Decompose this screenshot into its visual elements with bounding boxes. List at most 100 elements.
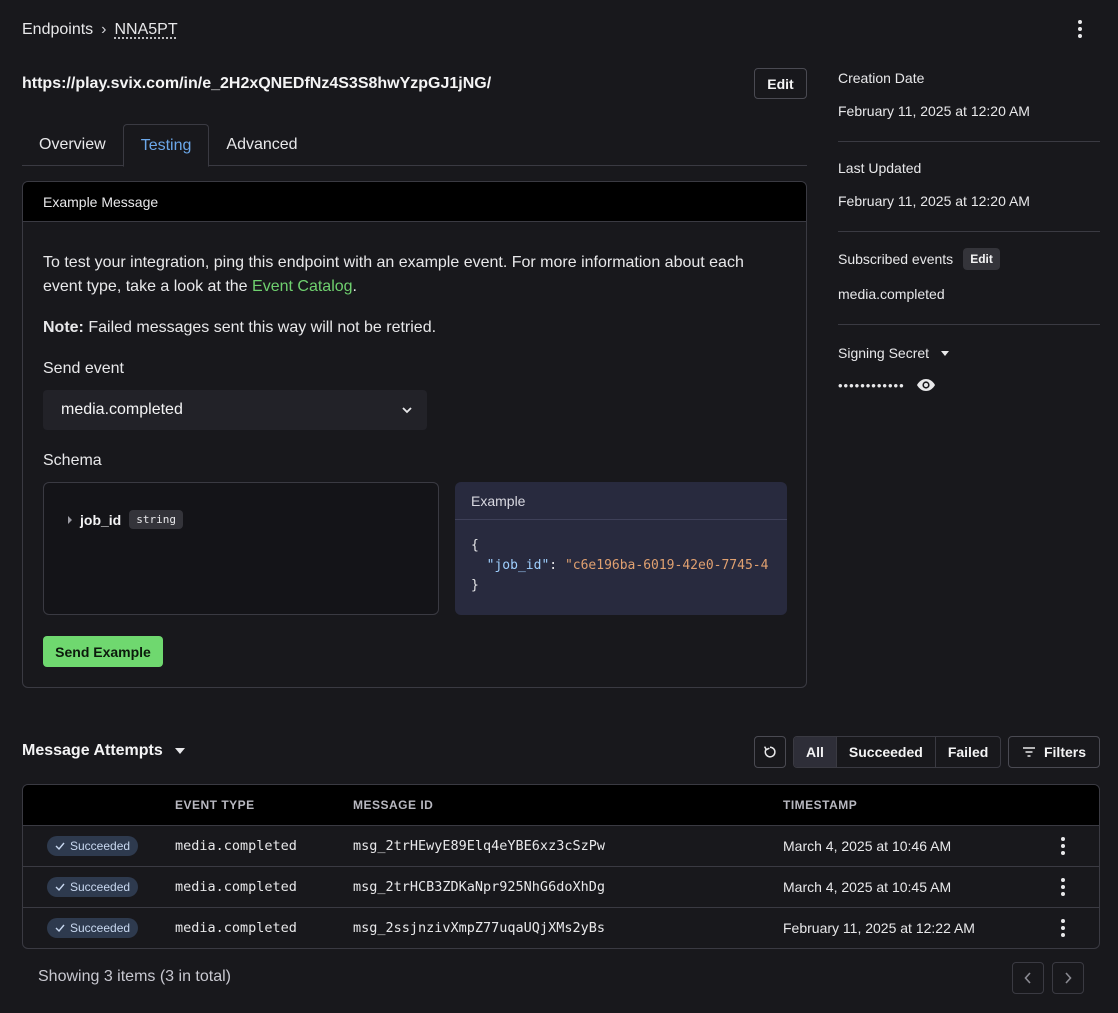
creation-date-label: Creation Date (838, 70, 925, 86)
message-attempts-table: EVENT TYPE MESSAGE ID TIMESTAMP Succeede… (22, 784, 1100, 949)
previous-page-button[interactable] (1012, 962, 1044, 994)
last-updated-value: February 11, 2025 at 12:20 AM (838, 193, 1030, 209)
column-header-message-id: MESSAGE ID (353, 798, 434, 812)
status-badge-text: Succeeded (70, 921, 131, 935)
schema-type-badge: string (129, 510, 183, 529)
signing-secret-label: Signing Secret (838, 345, 930, 361)
breadcrumb-endpoints-link[interactable]: Endpoints (22, 21, 93, 39)
tab-overview[interactable]: Overview (22, 124, 123, 166)
tab-bar: Overview Testing Advanced (22, 124, 807, 167)
intro-text-body: To test your integration, ping this endp… (43, 254, 744, 295)
send-event-label: Send event (43, 360, 124, 377)
table-row[interactable]: Succeeded media.completed msg_2ssjnzivXm… (23, 908, 1099, 948)
timestamp-cell: March 4, 2025 at 10:45 AM (783, 879, 952, 895)
status-badge-text: Succeeded (70, 880, 131, 894)
row-more-options-icon[interactable] (1053, 836, 1073, 856)
filters-button[interactable]: Filters (1008, 736, 1100, 768)
event-type-cell: media.completed (175, 838, 297, 854)
subscribed-events-label: Subscribed events (838, 251, 954, 267)
event-type-cell: media.completed (175, 879, 297, 895)
refresh-icon (763, 746, 776, 758)
code-close-brace: } (471, 578, 479, 593)
schema-field-row[interactable]: job_id string (68, 510, 183, 529)
endpoint-url: https://play.svix.com/in/e_2H2xQNEDfNz4S… (22, 75, 492, 92)
check-icon (55, 842, 65, 850)
column-header-timestamp: TIMESTAMP (783, 798, 858, 812)
signing-secret-row: •••••••••••• (838, 377, 1100, 393)
signing-secret-mask: •••••••••••• (838, 377, 905, 393)
send-event-select[interactable]: media.completed (43, 390, 427, 430)
example-title: Example (455, 482, 787, 520)
expand-caret-icon[interactable] (68, 515, 72, 524)
event-catalog-link[interactable]: Event Catalog (252, 278, 353, 295)
divider (838, 141, 1100, 142)
eye-icon[interactable] (915, 377, 937, 393)
tab-advanced[interactable]: Advanced (209, 124, 314, 166)
intro-text: To test your integration, ping this endp… (43, 251, 763, 299)
card-title: Example Message (23, 182, 806, 222)
row-more-options-icon[interactable] (1053, 918, 1073, 938)
note-body: Failed messages sent this way will not b… (83, 319, 437, 336)
filter-lines-icon (1022, 747, 1035, 757)
filter-all[interactable]: All (794, 737, 836, 767)
example-payload: Example { "job_id": "c6e196ba-6019-42e0-… (455, 482, 787, 615)
selected-event: media.completed (61, 401, 183, 418)
chevron-left-icon (1024, 972, 1031, 984)
status-filter-group: All Succeeded Failed (793, 736, 1002, 768)
check-icon (55, 883, 65, 891)
column-header-event-type: EVENT TYPE (175, 798, 255, 812)
breadcrumb: Endpoints › NNA5PT (22, 21, 178, 39)
divider (838, 231, 1100, 232)
code-key: "job_id" (486, 558, 550, 573)
message-attempts-header[interactable]: Message Attempts (22, 742, 185, 760)
row-more-options-icon[interactable] (1053, 877, 1073, 897)
divider (838, 324, 1100, 325)
message-id-cell[interactable]: msg_2trHEwyE89Elq4eYBE6xz3cSzPw (353, 838, 605, 854)
chevron-right-icon: › (101, 21, 107, 38)
pagination-summary: Showing 3 items (3 in total) (38, 968, 231, 985)
page-more-options-icon[interactable] (1070, 19, 1090, 39)
timestamp-cell: February 11, 2025 at 12:22 AM (783, 920, 975, 936)
table-header: EVENT TYPE MESSAGE ID TIMESTAMP (23, 785, 1099, 826)
message-attempts-title: Message Attempts (22, 742, 163, 759)
filter-failed[interactable]: Failed (934, 737, 1000, 767)
table-row[interactable]: Succeeded media.completed msg_2trHCB3ZDK… (23, 867, 1099, 908)
code-colon: : (549, 558, 565, 573)
subscribed-event-value: media.completed (838, 286, 945, 302)
timestamp-cell: March 4, 2025 at 10:46 AM (783, 838, 952, 854)
creation-date-value: February 11, 2025 at 12:20 AM (838, 103, 1030, 119)
chevron-down-icon (402, 407, 412, 414)
breadcrumb-current[interactable]: NNA5PT (115, 21, 178, 39)
status-badge-text: Succeeded (70, 839, 131, 853)
example-message-card: Example Message To test your integration… (22, 181, 807, 688)
check-icon (55, 924, 65, 932)
code-open-brace: { (471, 538, 479, 553)
status-badge: Succeeded (47, 877, 139, 897)
edit-endpoint-button[interactable]: Edit (754, 68, 807, 99)
message-id-cell[interactable]: msg_2ssjnzivXmpZ77uqaUQjXMs2yBs (353, 920, 605, 936)
schema-viewer: job_id string (43, 482, 439, 615)
edit-subscribed-events-button[interactable]: Edit (963, 248, 1000, 270)
subscribed-events-header: Subscribed events Edit (838, 248, 1100, 270)
last-updated-label: Last Updated (838, 160, 922, 176)
schema-label: Schema (43, 452, 102, 469)
table-row[interactable]: Succeeded media.completed msg_2trHEwyE89… (23, 826, 1099, 867)
send-example-button[interactable]: Send Example (43, 636, 163, 667)
status-badge: Succeeded (47, 836, 139, 856)
example-code: { "job_id": "c6e196ba-6019-42e0-7745-4 } (471, 536, 768, 596)
schema-field-name: job_id (80, 511, 122, 528)
note-text: Note: Failed messages sent this way will… (43, 319, 436, 337)
event-type-cell: media.completed (175, 920, 297, 936)
signing-secret-header[interactable]: Signing Secret (838, 345, 1100, 361)
note-label: Note: (43, 319, 84, 336)
caret-down-icon[interactable] (174, 748, 185, 754)
status-badge: Succeeded (47, 918, 139, 938)
caret-down-icon[interactable] (941, 350, 950, 356)
tab-testing[interactable]: Testing (122, 124, 210, 167)
filter-succeeded[interactable]: Succeeded (835, 737, 935, 767)
refresh-button[interactable] (754, 736, 786, 768)
next-page-button[interactable] (1052, 962, 1084, 994)
code-value: "c6e196ba-6019-42e0-7745-4 (564, 558, 769, 573)
intro-text-end: . (352, 278, 357, 295)
message-id-cell[interactable]: msg_2trHCB3ZDKaNpr925NhG6doXhDg (353, 879, 605, 895)
